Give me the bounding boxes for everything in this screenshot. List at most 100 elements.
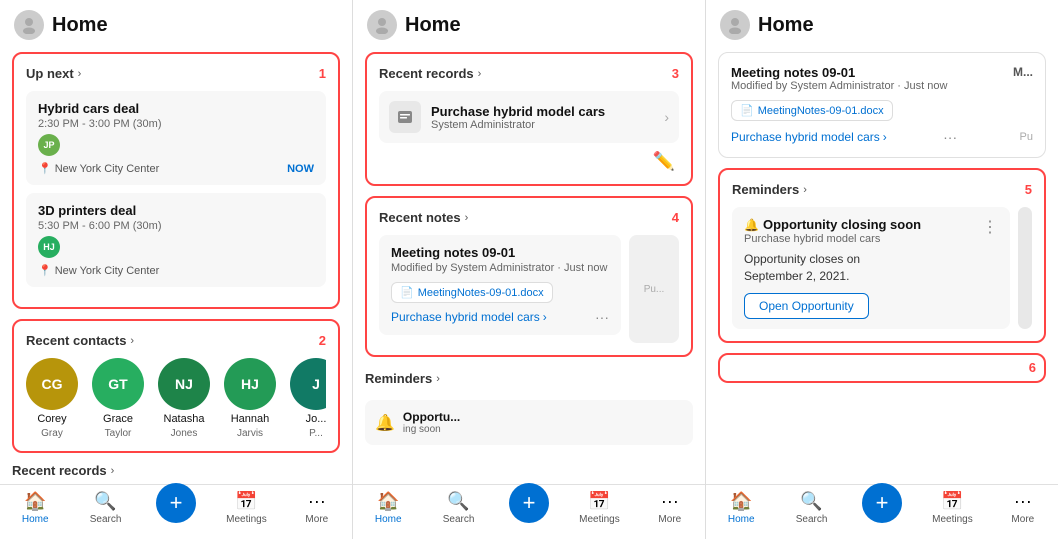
meeting-notes-link-row: Purchase hybrid model cars › ··· Pu	[731, 129, 1033, 145]
nav-search-2[interactable]: 🔍 Search	[423, 491, 493, 531]
nav-meetings-1[interactable]: 📅 Meetings	[211, 491, 281, 531]
meeting-notes-file-badge[interactable]: 📄 MeetingNotes-09-01.docx	[731, 100, 893, 121]
meeting-notes-sub: Modified by System Administrator · Just …	[731, 80, 947, 92]
fab-button-3[interactable]: +	[862, 483, 902, 523]
contact-last-nj: Jones	[171, 428, 198, 439]
contacts-header: Recent contacts › 2	[26, 333, 326, 348]
nav-home-1[interactable]: 🏠 Home	[0, 491, 70, 531]
notes-header: Recent notes › 4	[379, 210, 679, 225]
nav-search-1[interactable]: 🔍 Search	[70, 491, 140, 531]
doc-icon: 📄	[400, 286, 414, 299]
meeting-notes-badge: M...	[1013, 65, 1033, 92]
reminders-content-3: 🔔 Opportunity closing soon Purchase hybr…	[732, 207, 1032, 329]
reminders-row-2: Reminders ›	[365, 367, 693, 390]
file-badge[interactable]: 📄 MeetingNotes-09-01.docx	[391, 282, 553, 303]
meeting-notes-link[interactable]: Purchase hybrid model cars ›	[731, 130, 887, 144]
contact-last-gt: Taylor	[105, 428, 132, 439]
nav-fab-1[interactable]: +	[141, 483, 211, 523]
contact-name-j: Jo...	[306, 413, 326, 425]
note-sub: Modified by System Administrator · Just …	[391, 262, 609, 274]
note-preview: Pu...	[629, 235, 679, 343]
nav-more-label-2: More	[658, 514, 681, 525]
contact-nj[interactable]: NJ Natasha Jones	[158, 358, 210, 439]
fab-button-1[interactable]: +	[156, 483, 196, 523]
avatar-3	[720, 10, 750, 40]
reminder-preview-sub: ing soon	[403, 424, 460, 435]
nav-fab-2[interactable]: +	[494, 483, 564, 523]
meeting-avatar-2: HJ	[38, 236, 60, 258]
record-title-2: Purchase hybrid model cars	[431, 104, 605, 119]
edit-icon-2[interactable]: ✏️	[653, 151, 675, 172]
record-item-2[interactable]: Purchase hybrid model cars System Admini…	[379, 91, 679, 143]
contact-gt[interactable]: GT Grace Taylor	[92, 358, 144, 439]
reminders-chevron-3: ›	[803, 184, 807, 196]
badge6: 6	[1029, 360, 1036, 375]
contact-avatar-j: J	[290, 358, 326, 410]
contact-j[interactable]: J Jo... P...	[290, 358, 326, 439]
more-icon-1: ···	[308, 491, 326, 512]
contact-cg[interactable]: CG Corey Gray	[26, 358, 78, 439]
search-icon-3: 🔍	[800, 491, 822, 512]
nav-fab-3[interactable]: +	[847, 483, 917, 523]
fab-button-2[interactable]: +	[509, 483, 549, 523]
meeting-notes-file: 📄 MeetingNotes-09-01.docx	[731, 100, 1033, 121]
record-sub-2: System Administrator	[431, 119, 605, 131]
meeting-notes-row: Meeting notes 09-01 Modified by System A…	[731, 65, 1033, 92]
contact-last-j: P...	[309, 428, 323, 439]
record-chevron-2: ›	[664, 109, 669, 125]
contact-last-hj: Jarvis	[237, 428, 263, 439]
nav-meetings-3[interactable]: 📅 Meetings	[917, 491, 987, 531]
contact-avatar-nj: NJ	[158, 358, 210, 410]
dots-menu[interactable]: ···	[595, 309, 609, 325]
records-chevron-2: ›	[478, 68, 482, 80]
contacts-chevron: ›	[130, 335, 134, 347]
meeting-notes-dots[interactable]: ···	[943, 129, 957, 145]
reminder-dots[interactable]: ⋮	[982, 217, 998, 237]
nav-search-3[interactable]: 🔍 Search	[776, 491, 846, 531]
note-item[interactable]: Meeting notes 09-01 Modified by System A…	[379, 235, 621, 335]
contact-avatar-hj: HJ	[224, 358, 276, 410]
nav-home-label-3: Home	[728, 514, 755, 525]
home-icon-1: 🏠	[24, 491, 46, 512]
more-icon-2: ···	[661, 491, 679, 512]
reminders-card-3: Reminders › 5 🔔 Opportunity closing soon…	[718, 168, 1046, 343]
meeting-title-1: Hybrid cars deal	[38, 101, 314, 116]
more-icon-3: ···	[1014, 491, 1032, 512]
panel-1: Home Up next › 1 Hybrid cars deal 2:30 P…	[0, 0, 353, 539]
meeting-item-2[interactable]: 3D printers deal 5:30 PM - 6:00 PM (30m)…	[26, 193, 326, 287]
reminder-body: Opportunity closes onSeptember 2, 2021.	[744, 251, 998, 285]
meeting-avatar-1: JP	[38, 134, 60, 156]
contact-hj[interactable]: HJ Hannah Jarvis	[224, 358, 276, 439]
pin-icon: 📍	[38, 162, 52, 175]
notes-chevron: ›	[465, 212, 469, 224]
reminder-preview-title: Opportu...	[403, 410, 460, 424]
nav-meetings-label-1: Meetings	[226, 514, 267, 525]
link-label[interactable]: Purchase hybrid model cars ›	[391, 310, 547, 324]
now-badge: NOW	[287, 163, 314, 175]
record-text-2: Purchase hybrid model cars System Admini…	[431, 104, 605, 131]
notes-row: Meeting notes 09-01 Modified by System A…	[379, 235, 679, 343]
nav-more-3[interactable]: ··· More	[988, 491, 1058, 531]
nav-home-2[interactable]: 🏠 Home	[353, 491, 423, 531]
nav-home-3[interactable]: 🏠 Home	[706, 491, 776, 531]
content-2: Recent records › 3 Purchase hybrid model…	[353, 46, 705, 484]
meeting-item-1[interactable]: Hybrid cars deal 2:30 PM - 3:00 PM (30m)…	[26, 91, 326, 185]
nav-more-label-1: More	[305, 514, 328, 525]
link-row: Purchase hybrid model cars › ···	[391, 309, 609, 325]
contact-avatar-gt: GT	[92, 358, 144, 410]
nav-more-2[interactable]: ··· More	[635, 491, 705, 531]
reminder-preview-text: Opportu... ing soon	[403, 410, 460, 435]
content-1: Up next › 1 Hybrid cars deal 2:30 PM - 3…	[0, 46, 352, 484]
contact-name-gt: Grace	[103, 413, 133, 425]
avatar-2	[367, 10, 397, 40]
open-opportunity-button[interactable]: Open Opportunity	[744, 293, 869, 319]
reminder-scroll-partial	[1018, 207, 1032, 329]
bell-icon-3: 🔔	[744, 218, 759, 232]
reminders-chevron-2: ›	[436, 373, 440, 385]
nav-more-1[interactable]: ··· More	[282, 491, 352, 531]
bell-icon: 🔔	[375, 413, 395, 433]
note-footer: 📄 MeetingNotes-09-01.docx	[391, 282, 609, 303]
bottom-nav-2: 🏠 Home 🔍 Search + 📅 Meetings ··· More	[353, 484, 705, 539]
nav-meetings-2[interactable]: 📅 Meetings	[564, 491, 634, 531]
up-next-title: Up next	[26, 66, 74, 81]
